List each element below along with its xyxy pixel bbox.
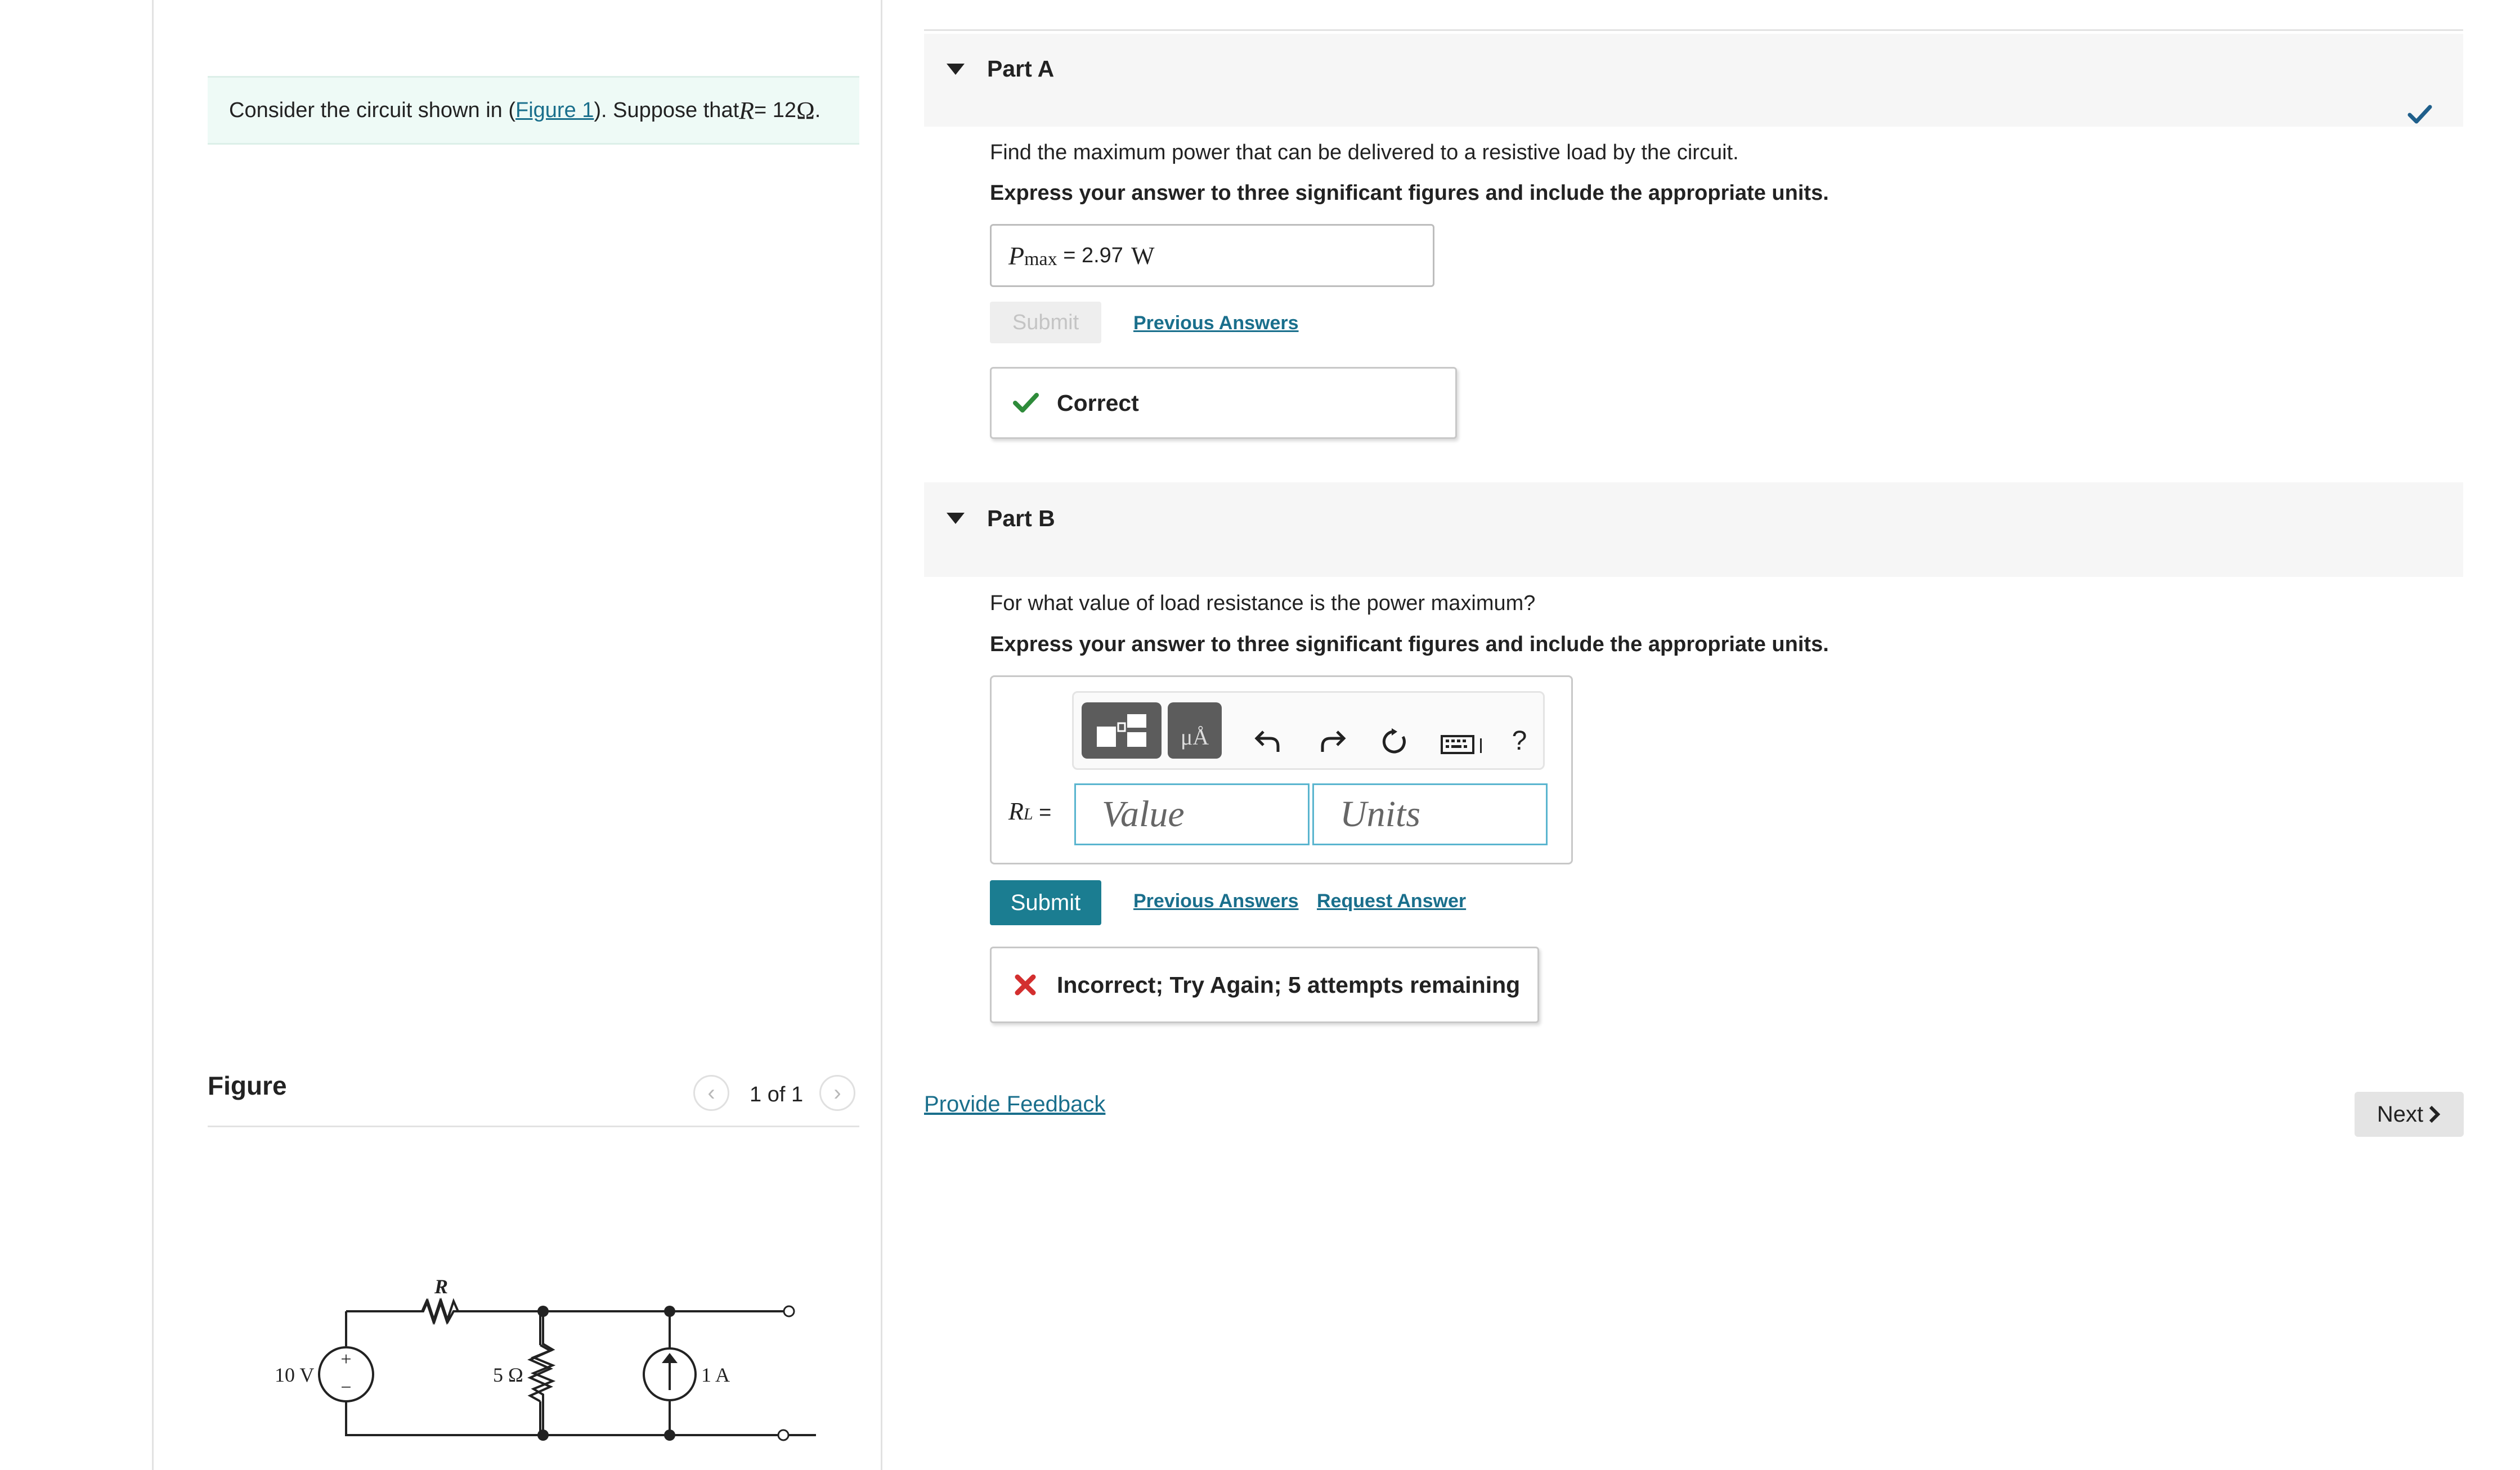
part-a-answer-display: Pmax = 2.97 W [990, 224, 1434, 287]
value-input[interactable]: Value [1074, 783, 1310, 845]
part-a-feedback-text: Correct [1057, 389, 1139, 416]
templates-button[interactable] [1082, 702, 1162, 759]
part-a-header[interactable]: Part A [924, 34, 2463, 127]
caret-down-icon [947, 63, 965, 75]
current-source-label: 1 A [701, 1364, 730, 1386]
resistor-5-label: 5 Ω [493, 1364, 523, 1386]
next-label: Next [2376, 1101, 2424, 1127]
source-voltage-label: 10 V [275, 1364, 314, 1386]
part-a-previous-answers-link[interactable]: Previous Answers [1133, 312, 1299, 334]
source-plus-label: + [340, 1349, 351, 1370]
answer-unit: W [1131, 241, 1155, 270]
keyboard-icon[interactable] [1440, 732, 1487, 756]
resistor-r-label: R [434, 1275, 448, 1298]
units-placeholder: Units [1340, 794, 1421, 835]
var-r: R [1008, 797, 1024, 825]
part-a-instruction: Express your answer to three significant… [990, 181, 1829, 205]
part-b-feedback: Incorrect; Try Again; 5 attempts remaini… [990, 947, 1539, 1023]
help-icon[interactable]: ? [1508, 724, 1531, 758]
answer-value: 2.97 [1081, 243, 1123, 267]
help-label: ? [1512, 725, 1527, 756]
part-a-feedback: Correct [990, 367, 1457, 439]
redo-icon[interactable] [1317, 725, 1348, 759]
request-answer-link[interactable]: Request Answer [1317, 890, 1466, 912]
units-button[interactable]: μÅ [1168, 702, 1222, 759]
top-divider [924, 29, 2463, 31]
part-b-instruction: Express your answer to three significant… [990, 633, 1829, 656]
templates-icon [1097, 714, 1146, 747]
provide-feedback-link[interactable]: Provide Feedback [924, 1092, 1105, 1117]
part-b-submit-button[interactable]: Submit [990, 880, 1101, 925]
part-a-question: Find the maximum power that can be deliv… [990, 141, 1739, 164]
var-sub-l: L [1023, 805, 1033, 823]
part-b-feedback-text: Incorrect; Try Again; 5 attempts remaini… [1057, 971, 1521, 998]
part-b-question: For what value of load resistance is the… [990, 591, 1536, 615]
answer-sub: max [1024, 249, 1057, 270]
var-eq: = [1033, 801, 1052, 824]
reset-icon[interactable] [1379, 725, 1410, 759]
undo-icon[interactable] [1252, 725, 1284, 759]
part-b-header[interactable]: Part B [924, 482, 2463, 577]
part-a-title: Part A [987, 56, 1055, 82]
check-icon [2407, 105, 2432, 124]
red-x-icon [1015, 974, 1036, 996]
caret-down-icon [947, 513, 965, 524]
next-button[interactable]: Next [2355, 1092, 2464, 1137]
part-b-title: Part B [987, 505, 1055, 531]
part-b-previous-answers-link[interactable]: Previous Answers [1133, 890, 1299, 912]
value-placeholder: Value [1102, 794, 1185, 835]
part-b-variable-label: RL = [1008, 797, 1051, 826]
units-glyph: μÅ [1180, 724, 1209, 750]
answer-var: P [1008, 241, 1025, 270]
chevron-right-icon [2429, 1105, 2441, 1123]
green-check-icon [1013, 393, 1039, 413]
answer-eq: = [1057, 243, 1082, 267]
part-a-submit-button[interactable]: Submit [990, 302, 1101, 343]
units-input[interactable]: Units [1312, 783, 1548, 845]
source-minus-label: − [340, 1377, 351, 1398]
